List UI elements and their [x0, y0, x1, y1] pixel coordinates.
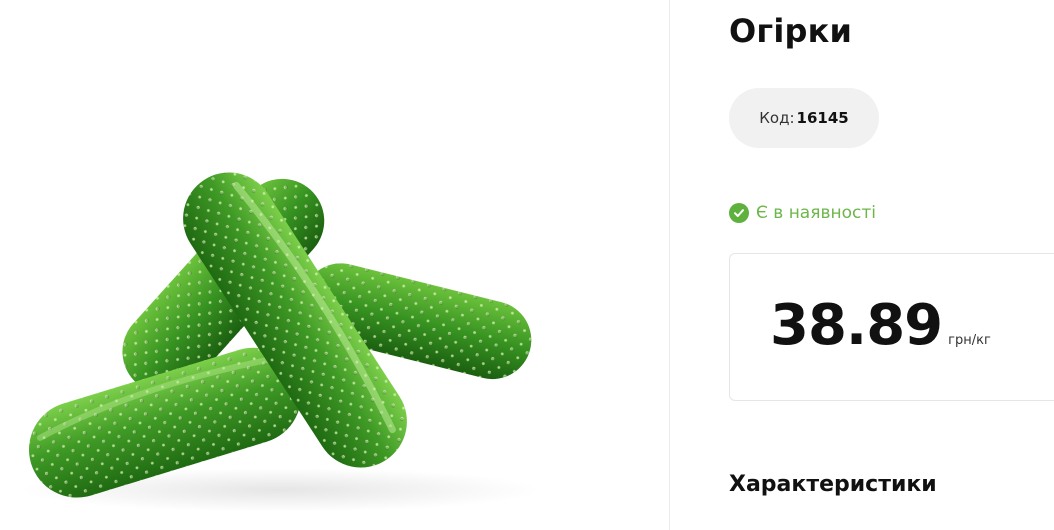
- product-page: Огірки Код: 16145 Є в наявності 38.89 гр…: [0, 0, 1054, 530]
- check-circle-icon: [729, 203, 749, 223]
- price-value: 38.89: [770, 293, 943, 358]
- product-image[interactable]: [0, 0, 669, 530]
- product-info: Огірки Код: 16145 Є в наявності 38.89 гр…: [729, 0, 1054, 530]
- availability-status: Є в наявності: [729, 202, 876, 224]
- price-unit: грн/кг: [948, 333, 991, 348]
- product-code-label: Код:: [759, 109, 795, 127]
- product-code-value: 16145: [796, 109, 849, 127]
- product-gallery: [0, 0, 669, 530]
- price-box: 38.89 грн/кг: [729, 253, 1054, 401]
- column-divider: [669, 0, 670, 530]
- availability-text: Є в наявності: [756, 203, 876, 223]
- characteristics-heading: Характеристики: [729, 472, 937, 497]
- product-title: Огірки: [729, 12, 853, 50]
- price-row: 38.89 грн/кг: [770, 298, 991, 354]
- product-code-badge: Код: 16145: [729, 88, 879, 148]
